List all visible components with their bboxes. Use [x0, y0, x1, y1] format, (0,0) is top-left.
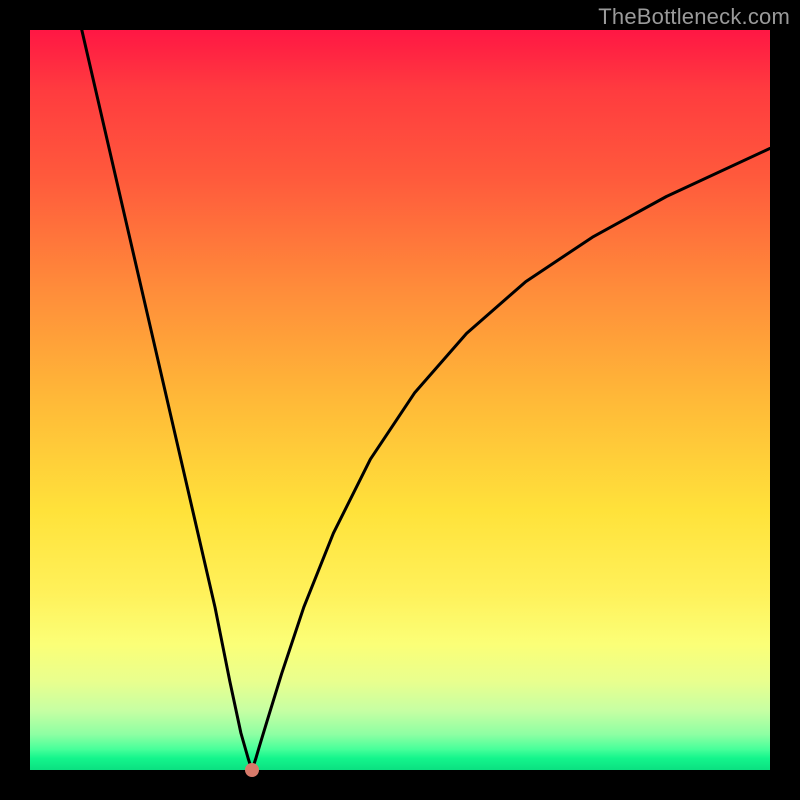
chart-frame: TheBottleneck.com: [0, 0, 800, 800]
watermark-text: TheBottleneck.com: [598, 4, 790, 30]
plot-area: [30, 30, 770, 770]
bottleneck-curve: [82, 30, 770, 770]
minimum-marker: [245, 763, 259, 777]
curve-layer: [30, 30, 770, 770]
